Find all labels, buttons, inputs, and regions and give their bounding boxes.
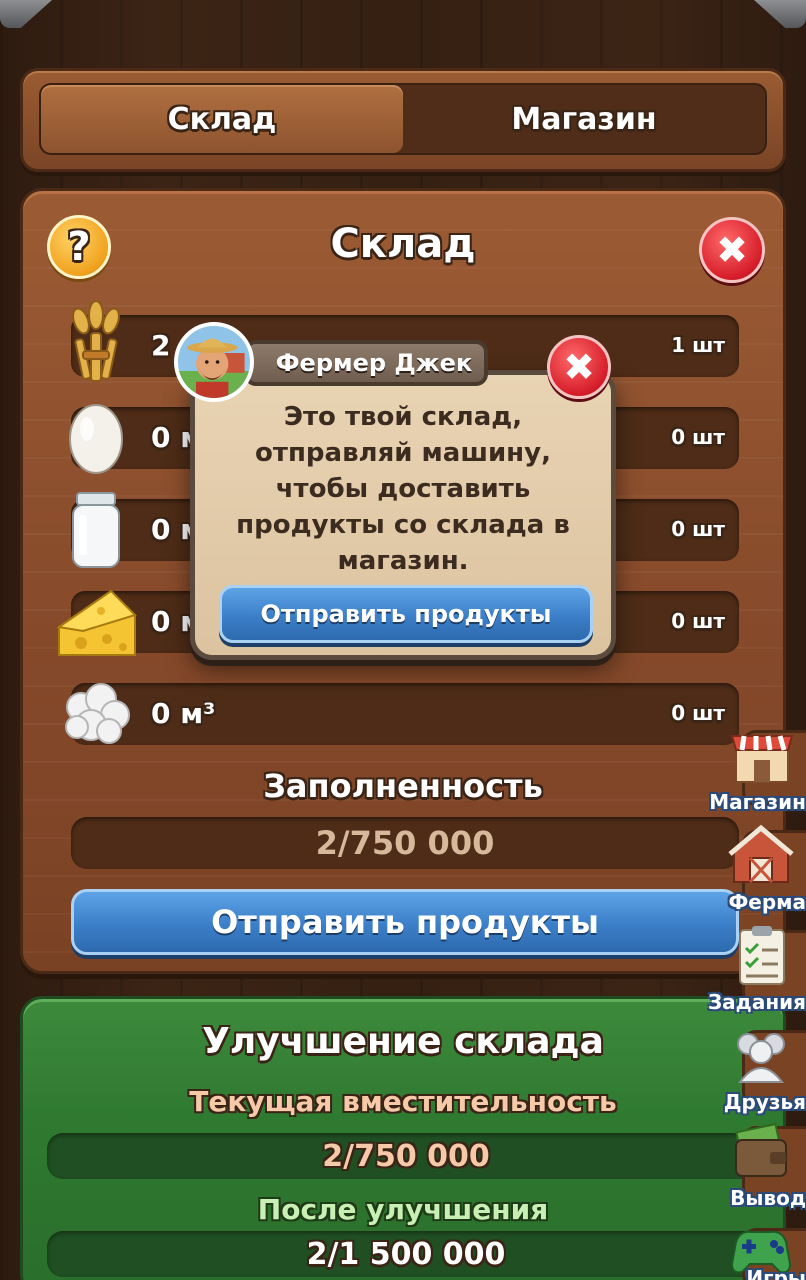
popup-message: Это твой склад, отправляй машину, чтобы … [236,402,570,576]
upgrade-title: Улучшение склада [202,1021,604,1062]
tasks-icon [739,926,785,985]
egg-icon [69,404,123,474]
close-button[interactable]: ✖ [699,217,765,283]
wheat-icon [72,300,120,382]
current-capacity-label: Текущая вместительность [189,1085,617,1118]
side-nav-friends[interactable]: Друзья [696,1024,806,1114]
speaker-name: Фермер Джек [244,340,488,386]
farmer-avatar [174,322,254,402]
side-nav-withdraw[interactable]: Вывод [696,1120,806,1210]
row-amount: 0 м³ [151,697,216,730]
wallet-icon [735,1122,787,1177]
current-capacity-bar: 2/750 000 [47,1133,765,1179]
product-row-wool: 0 м³ 0 шт [65,683,739,745]
row-count: 0 шт [671,609,725,633]
upgrade-panel: Улучшение склада Текущая вместительность… [20,996,786,1280]
row-amount: 2 [151,329,171,362]
tab-bar-inner: Склад Магазин [39,83,767,155]
fill-label: Заполненность [263,767,543,805]
friends-icon [737,1033,785,1083]
wool-icon [65,683,130,744]
close-icon: ✖ [563,345,595,389]
row-count: 0 шт [671,701,725,725]
milk-jar-icon [72,492,120,568]
row-count: 0 шт [671,517,725,541]
tab-warehouse[interactable]: Склад [41,85,403,153]
barn-icon [728,824,794,884]
row-count: 1 шт [671,333,725,357]
panel-title: Склад [330,221,476,267]
close-icon: ✖ [716,228,748,272]
shop-icon [730,735,794,783]
side-nav-label: Задания [707,990,806,1014]
farmer-avatar-image [178,338,250,398]
fill-bar: 2/750 000 [71,817,739,869]
side-nav-label: Друзья [723,1090,806,1114]
side-nav-shop[interactable]: Магазин [696,724,806,814]
side-nav-label: Магазин [709,790,806,814]
cheese-icon [56,589,137,656]
side-nav-label: Ферма [728,890,806,914]
side-nav-games[interactable]: Игры [696,1222,806,1280]
tutorial-popup: Это твой склад, отправляй машину, чтобы … [190,335,616,660]
popup-send-products-button[interactable]: Отправить продукты [219,585,593,643]
top-right-corner [754,0,806,28]
after-upgrade-bar: 2/1 500 000 [47,1231,765,1277]
top-left-corner [0,0,52,28]
tab-shop[interactable]: Магазин [403,85,765,153]
after-upgrade-label: После улучшения [257,1193,549,1226]
popup-close-button[interactable]: ✖ [547,335,611,399]
side-nav-farm[interactable]: Ферма [696,824,806,914]
send-products-button[interactable]: Отправить продукты [71,889,739,955]
row-count: 0 шт [671,425,725,449]
side-nav-tasks[interactable]: Задания [696,924,806,1014]
side-nav-label: Игры [746,1266,806,1280]
side-nav-label: Вывод [730,1186,806,1210]
tab-bar: Склад Магазин [20,68,786,172]
